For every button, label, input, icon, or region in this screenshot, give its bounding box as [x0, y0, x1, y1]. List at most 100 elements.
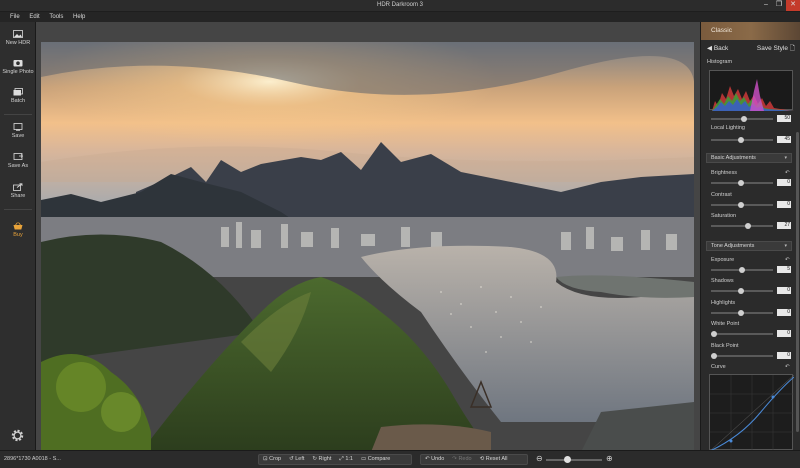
save-icon	[13, 123, 23, 131]
slider-knob[interactable]	[745, 223, 751, 229]
contrast-value[interactable]: 0	[777, 201, 791, 208]
saturation-slider[interactable]	[711, 223, 773, 229]
save-button[interactable]: Save	[0, 123, 36, 139]
white-point-slider[interactable]	[711, 331, 773, 337]
saturation-value[interactable]: 27	[777, 222, 791, 229]
image-canvas[interactable]	[36, 22, 700, 452]
basic-adjustments-header[interactable]: Basic Adjustments ▾	[706, 153, 792, 163]
batch-icon	[13, 88, 23, 96]
compare-label: Compare	[367, 456, 391, 462]
actual-size-label: 1:1	[345, 456, 353, 462]
zoom-in-icon[interactable]: ⊕	[606, 454, 613, 463]
slider-knob[interactable]	[738, 180, 744, 186]
title-bar: HDR Darkroom 3 – ❐ ✕	[0, 0, 800, 12]
exposure-value[interactable]: 5	[777, 266, 791, 273]
slider-knob[interactable]	[738, 202, 744, 208]
save-style-label: Save Style	[756, 45, 788, 52]
white-point-label: White Point	[711, 321, 740, 327]
undo-icon: ↶	[425, 456, 430, 462]
chevron-down-icon: ▾	[784, 243, 787, 249]
slider-knob[interactable]	[711, 353, 717, 359]
menu-file[interactable]: File	[10, 12, 20, 22]
histogram-slider[interactable]	[711, 116, 773, 122]
slider-knob[interactable]	[739, 267, 745, 273]
close-icon[interactable]: ✕	[786, 0, 800, 11]
redo-button[interactable]: ↷ Redo	[448, 455, 475, 464]
slider-knob[interactable]	[738, 137, 744, 143]
slider-knob[interactable]	[741, 116, 747, 122]
highlights-slider[interactable]	[711, 310, 773, 316]
black-point-label: Black Point	[711, 343, 739, 349]
image-icon	[13, 30, 23, 38]
contrast-slider[interactable]	[711, 202, 773, 208]
menu-tools[interactable]: Tools	[49, 12, 63, 22]
rotate-left-button[interactable]: ↺ Left	[285, 455, 308, 464]
reset-icon[interactable]: ↶	[785, 364, 790, 370]
reset-all-button[interactable]: ⟲ Reset All	[476, 455, 512, 464]
brightness-slider[interactable]	[711, 180, 773, 186]
histogram-value[interactable]: 50	[777, 115, 791, 122]
white-point-value[interactable]: 0	[777, 330, 791, 337]
minimize-icon[interactable]: –	[760, 0, 772, 11]
expand-icon: ⤢	[339, 456, 344, 462]
back-button[interactable]: ◀ Back	[707, 44, 728, 52]
shadows-value[interactable]: 0	[777, 287, 791, 294]
local-lighting-slider[interactable]	[711, 137, 773, 143]
menu-edit[interactable]: Edit	[29, 12, 39, 22]
actual-size-button[interactable]: ⤢ 1:1	[335, 455, 357, 464]
buy-button[interactable]: Buy	[0, 222, 36, 238]
highlights-value[interactable]: 0	[777, 309, 791, 316]
toolbar-divider	[4, 114, 32, 115]
maximize-icon[interactable]: ❐	[773, 0, 785, 11]
rotate-left-icon: ↺	[289, 456, 294, 462]
histogram	[709, 70, 794, 111]
basket-icon	[13, 222, 23, 230]
brightness-value[interactable]: 0	[777, 179, 791, 186]
panel-scrollbar[interactable]	[796, 132, 799, 432]
gear-icon[interactable]	[10, 428, 25, 443]
reset-icon[interactable]: ↶	[785, 257, 790, 263]
batch-button[interactable]: Batch	[0, 88, 36, 104]
single-photo-button[interactable]: Single Photo	[0, 59, 36, 75]
save-as-button[interactable]: Save As	[0, 153, 36, 169]
black-point-value[interactable]: 0	[777, 352, 791, 359]
menu-help[interactable]: Help	[73, 12, 85, 22]
slider-knob[interactable]	[738, 288, 744, 294]
shadows-slider[interactable]	[711, 288, 773, 294]
reset-icon[interactable]: ↶	[785, 170, 790, 176]
rotate-right-button[interactable]: ↻ Right	[308, 455, 335, 464]
tone-curve[interactable]	[709, 374, 795, 452]
slider-knob[interactable]	[738, 310, 744, 316]
highlights-label: Highlights	[711, 300, 736, 306]
reset-all-label: Reset All	[485, 456, 508, 462]
crop-button[interactable]: ⊡ Crop	[259, 455, 285, 464]
redo-icon: ↷	[452, 456, 457, 462]
exposure-slider[interactable]	[711, 267, 773, 273]
style-header: Classic	[701, 22, 800, 40]
back-label: Back	[713, 45, 729, 52]
buy-label: Buy	[13, 232, 23, 238]
adjustments-panel: Classic ◀ Back Save Style 🗋 Histogram 50…	[700, 22, 800, 452]
brightness-label: Brightness	[711, 170, 737, 176]
slider-knob[interactable]	[711, 331, 717, 337]
black-point-slider[interactable]	[711, 353, 773, 359]
share-button[interactable]: Share	[0, 183, 36, 199]
photo-icon	[13, 60, 23, 67]
tone-adjustments-header[interactable]: Tone Adjustments ▾	[706, 241, 792, 251]
undo-button[interactable]: ↶ Undo	[421, 455, 448, 464]
single-photo-label: Single Photo	[2, 69, 34, 75]
zoom-out-icon[interactable]: ⊖	[536, 454, 543, 463]
zoom-slider[interactable]	[546, 456, 602, 463]
zoom-knob[interactable]	[564, 456, 571, 463]
window-title: HDR Darkroom 3	[376, 2, 423, 8]
local-lighting-value[interactable]: 45	[777, 136, 791, 143]
crop-icon: ⊡	[263, 456, 268, 462]
view-toolbar: ⊡ Crop ↺ Left ↻ Right ⤢ 1:1 ▭ Compare	[258, 454, 412, 465]
style-name: Classic	[711, 27, 732, 34]
save-as-label: Save As	[7, 163, 29, 169]
curve-label: Curve	[711, 364, 726, 370]
new-hdr-button[interactable]: New HDR	[0, 30, 36, 46]
save-style-button[interactable]: Save Style 🗋	[757, 44, 795, 55]
compare-button[interactable]: ▭ Compare	[357, 455, 394, 464]
photo-preview	[41, 42, 694, 452]
